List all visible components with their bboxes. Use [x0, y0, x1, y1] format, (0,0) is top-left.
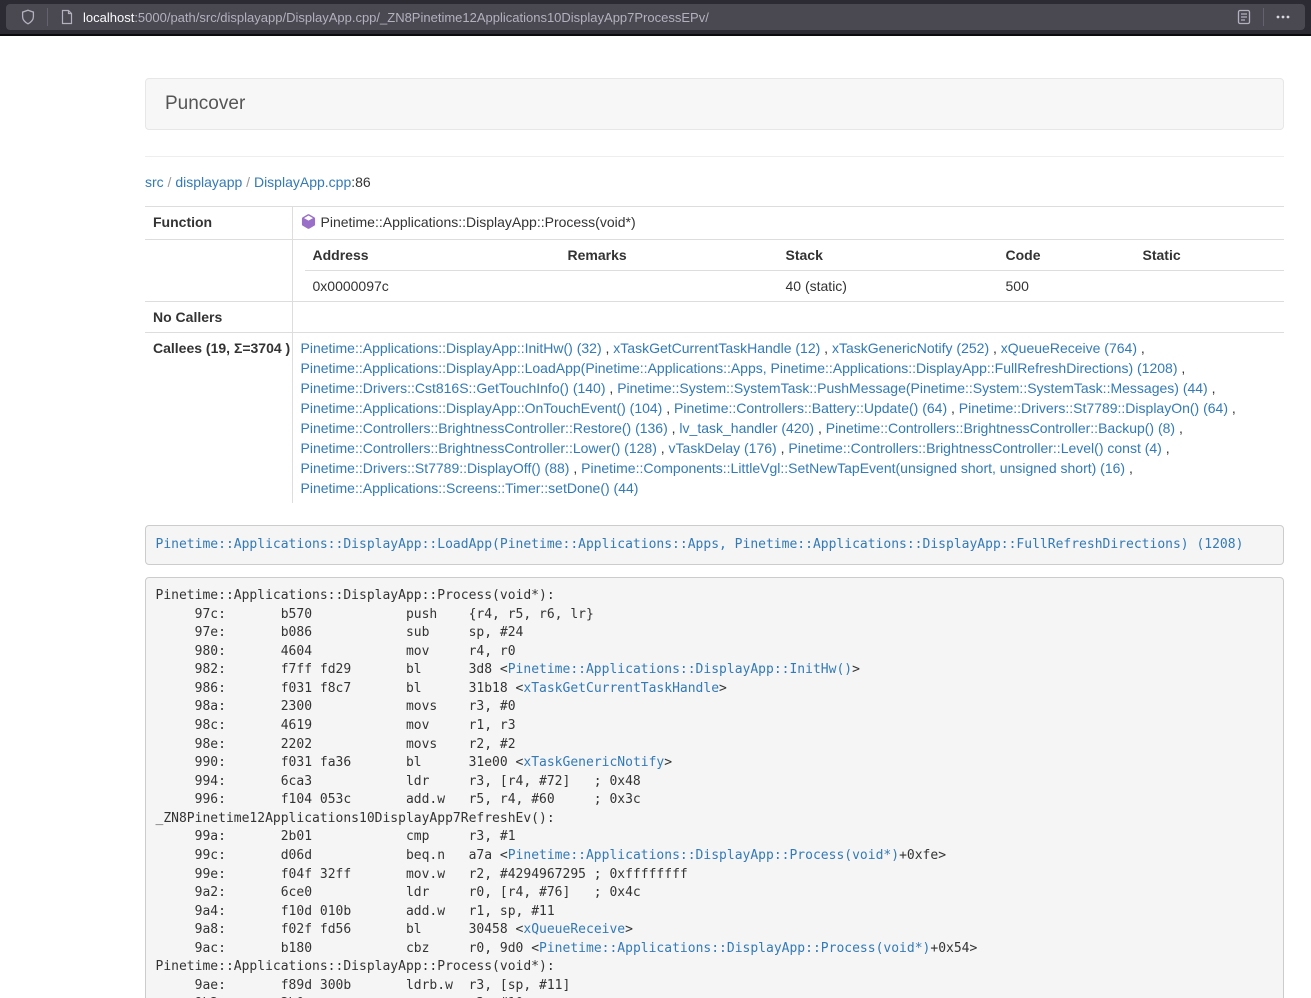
breadcrumb-line-number: :86	[351, 174, 370, 190]
column-header-stack: Stack	[778, 240, 998, 271]
table-row: 0x0000097c 40 (static) 500	[305, 271, 1285, 302]
breadcrumb-separator: /	[242, 174, 254, 190]
url-host: localhost	[83, 10, 134, 25]
callee-link[interactable]: Pinetime::Applications::DisplayApp::OnTo…	[301, 400, 663, 416]
code-value: 500	[998, 271, 1135, 302]
toolbar-divider	[1263, 8, 1264, 26]
shield-icon[interactable]	[16, 5, 40, 29]
address-value: 0x0000097c	[305, 271, 560, 302]
asm-symbol-link[interactable]: xTaskGetCurrentTaskHandle	[523, 681, 719, 696]
callee-link[interactable]: lv_task_handler (420)	[679, 420, 814, 436]
function-details-row: Address Remarks Stack Code Static 0x0000…	[145, 240, 1284, 302]
callee-link[interactable]: Pinetime::Controllers::BrightnessControl…	[826, 420, 1175, 436]
assembly-listing: Pinetime::Applications::DisplayApp::Proc…	[145, 577, 1284, 998]
asm-symbol-link[interactable]: xQueueReceive	[523, 922, 625, 937]
callee-link[interactable]: Pinetime::Drivers::Cst816S::GetTouchInfo…	[301, 380, 606, 396]
callees-row: Callees (19, Σ=3704 ) Pinetime::Applicat…	[145, 333, 1284, 504]
url-text: localhost:5000/path/src/displayapp/Displ…	[83, 10, 1232, 25]
callee-link[interactable]: xQueueReceive (764)	[1001, 340, 1137, 356]
selected-callee-box: Pinetime::Applications::DisplayApp::Load…	[145, 525, 1284, 565]
column-header-address: Address	[305, 240, 560, 271]
menu-dots-icon[interactable]	[1271, 5, 1295, 29]
callee-link[interactable]: Pinetime::Drivers::St7789::DisplayOff() …	[301, 460, 570, 476]
callee-link[interactable]: Pinetime::System::SystemTask::PushMessag…	[617, 380, 1208, 396]
callee-link[interactable]: Pinetime::Applications::DisplayApp::Load…	[301, 360, 1178, 376]
page-content: Puncover src / displayapp / DisplayApp.c…	[145, 78, 1284, 998]
app-header-panel: Puncover	[145, 78, 1284, 130]
callee-link[interactable]: Pinetime::Controllers::BrightnessControl…	[301, 420, 668, 436]
breadcrumb-link[interactable]: src	[145, 174, 164, 190]
selected-callee-link[interactable]: Pinetime::Applications::DisplayApp::Load…	[156, 537, 1244, 552]
callee-link[interactable]: Pinetime::Drivers::St7789::DisplayOn() (…	[959, 400, 1228, 416]
empty-cell	[145, 240, 292, 302]
function-name: Pinetime::Applications::DisplayApp::Proc…	[321, 214, 636, 230]
url-path: :5000/path/src/displayapp/DisplayApp.cpp…	[134, 10, 709, 25]
package-icon	[301, 214, 316, 234]
remarks-value	[560, 271, 778, 302]
callee-link[interactable]: Pinetime::Applications::Screens::Timer::…	[301, 480, 639, 496]
details-cell: Address Remarks Stack Code Static 0x0000…	[292, 240, 1284, 302]
breadcrumb-separator: /	[164, 174, 176, 190]
callees-list: Pinetime::Applications::DisplayApp::Init…	[292, 333, 1284, 504]
asm-symbol-link[interactable]: Pinetime::Applications::DisplayApp::Proc…	[539, 941, 930, 956]
callee-link[interactable]: vTaskDelay (176)	[669, 440, 777, 456]
column-header-code: Code	[998, 240, 1135, 271]
function-table: Function Pinetime::Applications::Display…	[145, 206, 1284, 503]
callee-link[interactable]: Pinetime::Applications::DisplayApp::Init…	[301, 340, 602, 356]
function-row: Function Pinetime::Applications::Display…	[145, 207, 1284, 240]
stack-value: 40 (static)	[778, 271, 998, 302]
asm-symbol-link[interactable]: Pinetime::Applications::DisplayApp::Init…	[508, 662, 852, 677]
column-header-static: Static	[1135, 240, 1285, 271]
asm-symbol-link[interactable]: xTaskGenericNotify	[523, 755, 664, 770]
callers-cell	[292, 302, 1284, 333]
callee-link[interactable]: Pinetime::Components::LittleVgl::SetNewT…	[581, 460, 1125, 476]
url-bar[interactable]: localhost:5000/path/src/displayapp/Displ…	[6, 4, 1305, 30]
callee-link[interactable]: Pinetime::Controllers::Battery::Update()…	[674, 400, 947, 416]
page-icon	[55, 5, 79, 29]
callee-link[interactable]: xTaskGenericNotify (252)	[832, 340, 989, 356]
divider	[145, 156, 1284, 157]
callee-link[interactable]: Pinetime::Controllers::BrightnessControl…	[301, 440, 657, 456]
asm-symbol-link[interactable]: Pinetime::Applications::DisplayApp::Proc…	[508, 848, 899, 863]
callee-link[interactable]: xTaskGetCurrentTaskHandle (12)	[613, 340, 820, 356]
no-callers-label: No Callers	[145, 302, 292, 333]
breadcrumb: src / displayapp / DisplayApp.cpp:86	[145, 174, 1284, 190]
callees-label: Callees (19, Σ=3704 )	[145, 333, 292, 504]
browser-toolbar: localhost:5000/path/src/displayapp/Displ…	[0, 0, 1311, 34]
window-edge	[0, 34, 1311, 36]
page-title: Puncover	[165, 93, 245, 114]
column-header-remarks: Remarks	[560, 240, 778, 271]
function-name-cell: Pinetime::Applications::DisplayApp::Proc…	[292, 207, 1284, 240]
details-table: Address Remarks Stack Code Static 0x0000…	[305, 240, 1285, 301]
static-value	[1135, 271, 1285, 302]
reader-mode-icon[interactable]	[1232, 5, 1256, 29]
breadcrumb-link[interactable]: displayapp	[175, 174, 242, 190]
toolbar-divider	[47, 8, 48, 26]
breadcrumb-link[interactable]: DisplayApp.cpp	[254, 174, 351, 190]
function-label: Function	[145, 207, 292, 240]
no-callers-row: No Callers	[145, 302, 1284, 333]
callee-link[interactable]: Pinetime::Controllers::BrightnessControl…	[788, 440, 1161, 456]
